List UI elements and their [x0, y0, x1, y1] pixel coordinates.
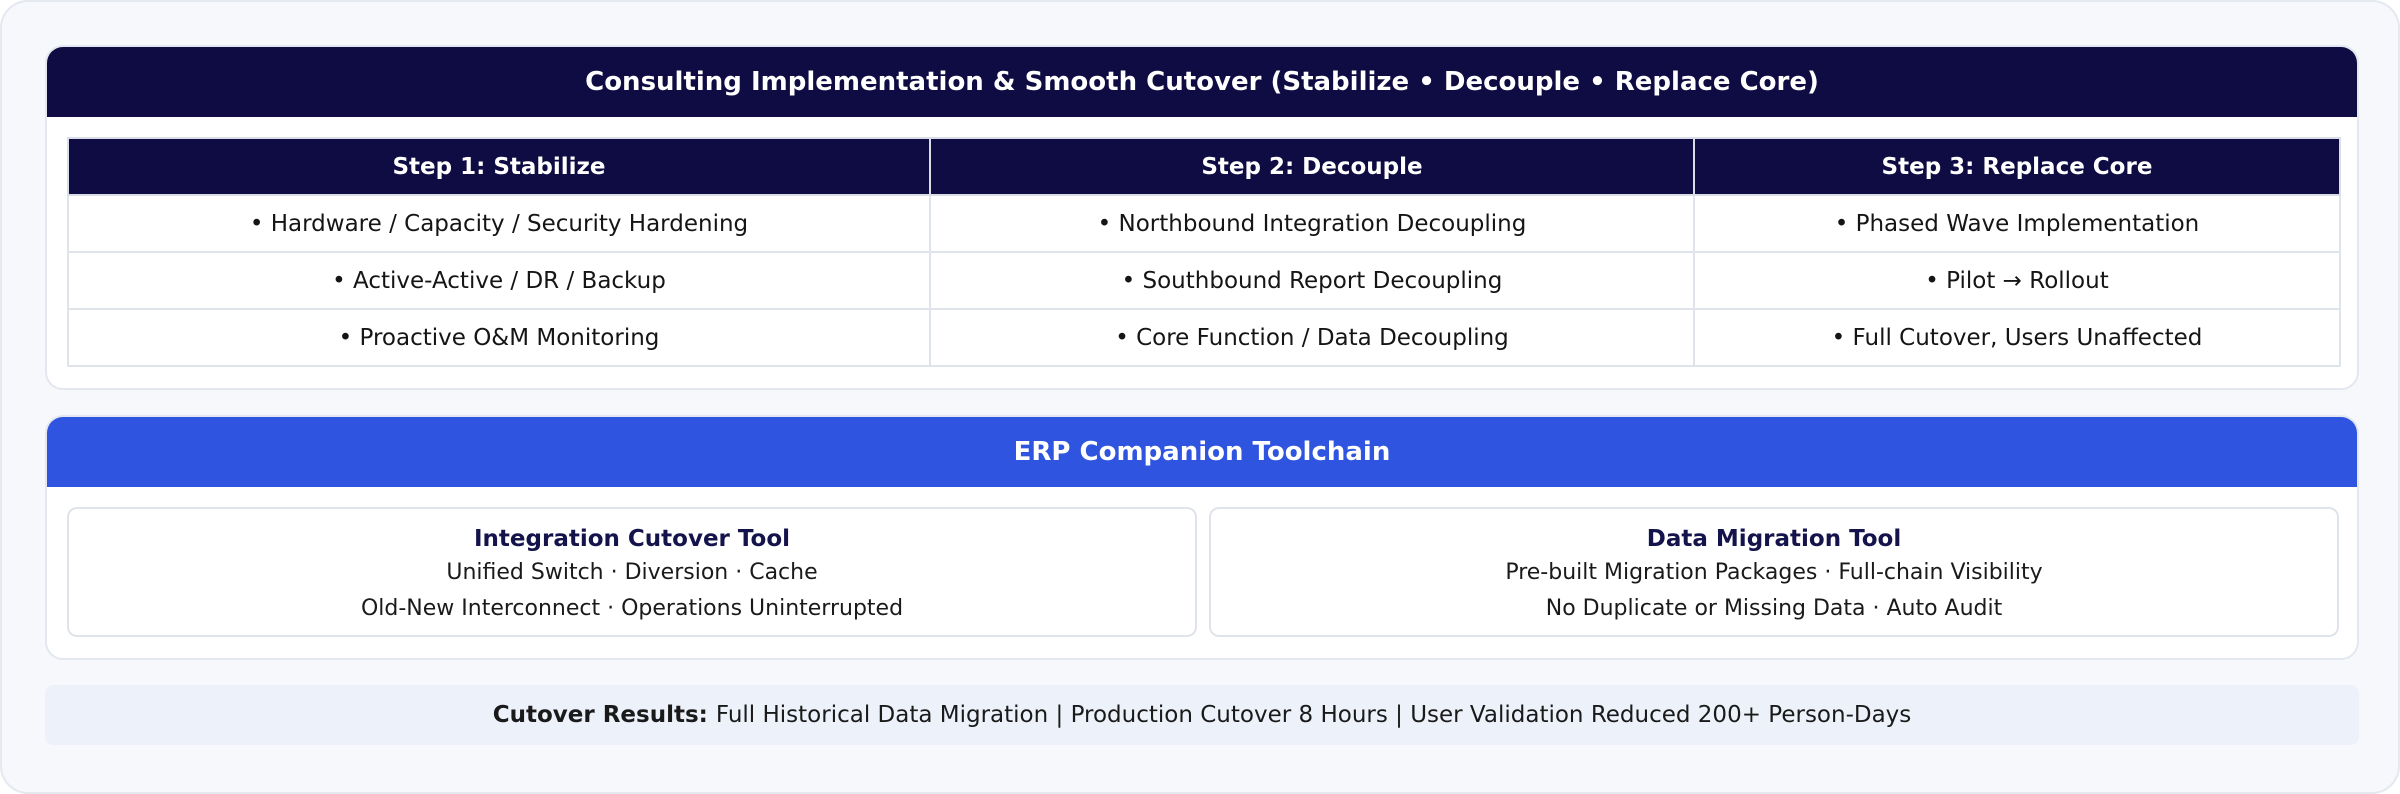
table-cell: • Active-Active / DR / Backup [67, 251, 931, 310]
tool-description-line: Unified Switch · Diversion · Cache [446, 560, 818, 585]
table-cell: • Hardware / Capacity / Security Hardeni… [67, 194, 931, 253]
steps-header-row: Step 1: Stabilize Step 2: Decouple Step … [67, 137, 2341, 196]
step-1-header: Step 1: Stabilize [67, 137, 931, 196]
toolchain-title: ERP Companion Toolchain [47, 417, 2357, 487]
results-text: Full Historical Data Migration | Product… [715, 702, 1912, 728]
integration-cutover-tool-box: Integration Cutover Tool Unified Switch … [67, 507, 1197, 637]
page-background: Consulting Implementation & Smooth Cutov… [0, 0, 2400, 794]
tool-title: Integration Cutover Tool [473, 526, 791, 552]
data-migration-tool-box: Data Migration Tool Pre-built Migration … [1209, 507, 2339, 637]
steps-table: Step 1: Stabilize Step 2: Decouple Step … [67, 137, 2341, 367]
table-cell: • Phased Wave Implementation [1693, 194, 2341, 253]
table-cell: • Proactive O&M Monitoring [67, 308, 931, 367]
cutover-results-bar: Cutover Results: Full Historical Data Mi… [45, 685, 2359, 745]
tool-description-line: Pre-built Migration Packages · Full-chai… [1505, 560, 2043, 585]
step-2-header: Step 2: Decouple [929, 137, 1695, 196]
table-cell: • Core Function / Data Decoupling [929, 308, 1695, 367]
table-cell: • Pilot → Rollout [1693, 251, 2341, 310]
table-row: • Proactive O&M Monitoring • Core Functi… [67, 308, 2341, 367]
results-label: Cutover Results: [492, 702, 708, 728]
tool-title: Data Migration Tool [1646, 526, 1902, 552]
tool-description-line: No Duplicate or Missing Data · Auto Audi… [1545, 596, 2003, 621]
implementation-title: Consulting Implementation & Smooth Cutov… [47, 47, 2357, 117]
table-cell: • Southbound Report Decoupling [929, 251, 1695, 310]
table-row: • Active-Active / DR / Backup • Southbou… [67, 251, 2341, 310]
table-row: • Hardware / Capacity / Security Hardeni… [67, 194, 2341, 253]
table-cell: • Full Cutover, Users Unaffected [1693, 308, 2341, 367]
tool-description-line: Old-New Interconnect · Operations Uninte… [360, 596, 904, 621]
step-3-header: Step 3: Replace Core [1693, 137, 2341, 196]
toolchain-card: ERP Companion Toolchain Integration Cuto… [45, 415, 2359, 660]
table-cell: • Northbound Integration Decoupling [929, 194, 1695, 253]
implementation-card: Consulting Implementation & Smooth Cutov… [45, 45, 2359, 390]
